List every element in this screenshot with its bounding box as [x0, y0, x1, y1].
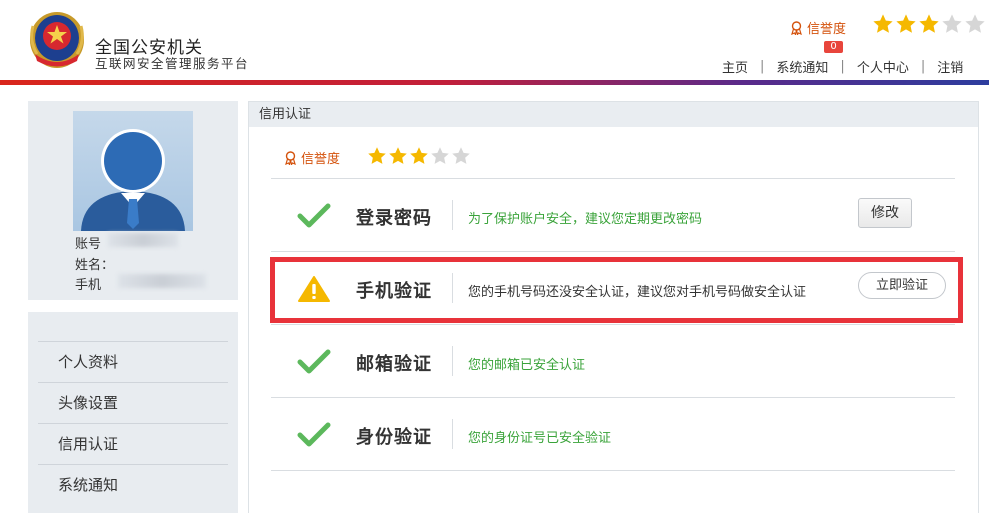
site-header: 全国公安机关 互联网安全管理服务平台 信誉度 0 主页 | 系统通知 | 个人中… — [0, 0, 989, 80]
police-emblem-logo — [30, 12, 84, 68]
nav-user-center[interactable]: 个人中心 — [849, 57, 917, 76]
star-empty-icon — [942, 14, 962, 33]
checkmark-icon — [297, 349, 331, 374]
item-desc-email-verification: 您的邮箱已安全认证 — [468, 358, 586, 373]
header-star-rating — [872, 13, 986, 35]
header-credit: 信誉度 — [790, 18, 846, 37]
star-filled-icon — [919, 14, 939, 33]
verify-now-button[interactable]: 立即验证 — [858, 272, 946, 299]
credit-label: 信誉度 — [301, 152, 341, 167]
star-filled-icon — [389, 147, 407, 164]
vertical-divider — [452, 200, 453, 230]
credit-rating-label: 信誉度 — [284, 148, 340, 167]
nav-notifications[interactable]: 系统通知 — [768, 57, 836, 76]
header-divider — [0, 80, 989, 85]
star-filled-icon — [368, 147, 386, 164]
item-desc-login-password: 为了保护账户安全，建议您定期更改密码 — [468, 212, 703, 227]
nav-home[interactable]: 主页 — [714, 57, 756, 76]
item-title-login-password: 登录密码 — [356, 208, 432, 229]
star-empty-icon — [431, 147, 449, 164]
ribbon-award-icon — [285, 150, 296, 165]
sidebar-menu: 个人资料 头像设置 信用认证 系统通知 — [28, 312, 238, 513]
credit-verification-panel: 信用认证 信誉度 登录密码 为了保护账户安全，建议您定期更改密码 修改 手机验证 — [248, 101, 979, 513]
phone-value-redacted — [118, 274, 206, 288]
nav-separator: | — [920, 59, 926, 74]
profile-card: 账号 姓名： 手机 — [28, 101, 238, 300]
panel-title: 信用认证 — [249, 102, 978, 127]
item-desc-id-verification: 您的身份证号已安全验证 — [468, 431, 612, 446]
avatar[interactable] — [73, 111, 193, 231]
nav-logout[interactable]: 注销 — [929, 57, 971, 76]
item-title-id-verification: 身份验证 — [356, 427, 432, 448]
checkmark-icon — [297, 203, 331, 228]
star-filled-icon — [410, 147, 428, 164]
user-silhouette-icon — [81, 129, 185, 231]
header-credit-label: 信誉度 — [807, 22, 847, 37]
star-filled-icon — [896, 14, 916, 33]
row-divider — [271, 324, 955, 325]
main-star-rating — [367, 146, 471, 166]
nav-separator: | — [760, 59, 765, 74]
site-subtitle: 互联网安全管理服务平台 — [95, 56, 250, 71]
sidebar-item-credit-verification[interactable]: 信用认证 — [38, 423, 228, 464]
account-value-redacted — [108, 233, 178, 247]
row-divider — [271, 251, 955, 252]
vertical-divider — [452, 346, 453, 376]
ribbon-award-icon — [791, 20, 802, 35]
account-label: 账号 — [75, 237, 102, 252]
sidebar-item-profile[interactable]: 个人资料 — [38, 341, 228, 382]
star-empty-icon — [452, 147, 470, 164]
row-divider — [271, 470, 955, 471]
vertical-divider — [452, 419, 453, 449]
phone-label: 手机 — [75, 278, 102, 293]
nav-separator: | — [840, 59, 845, 74]
top-nav: 主页 | 系统通知 | 个人中心 | 注销 — [714, 57, 971, 76]
modify-password-button[interactable]: 修改 — [858, 198, 912, 228]
checkmark-icon — [297, 422, 331, 447]
sidebar-item-notifications[interactable]: 系统通知 — [38, 464, 228, 505]
item-title-email-verification: 邮箱验证 — [356, 354, 432, 375]
notification-count-badge: 0 — [824, 41, 843, 53]
item-title-phone-verification: 手机验证 — [356, 281, 432, 302]
row-divider — [271, 397, 955, 398]
vertical-divider — [452, 273, 453, 303]
warning-triangle-icon — [298, 276, 330, 302]
sidebar-item-avatar-settings[interactable]: 头像设置 — [38, 382, 228, 423]
name-label: 姓名： — [75, 258, 115, 273]
item-desc-phone-verification: 您的手机号码还没安全认证，建议您对手机号码做安全认证 — [468, 285, 807, 300]
star-empty-icon — [965, 14, 985, 33]
row-divider — [271, 178, 955, 179]
star-filled-icon — [873, 14, 893, 33]
